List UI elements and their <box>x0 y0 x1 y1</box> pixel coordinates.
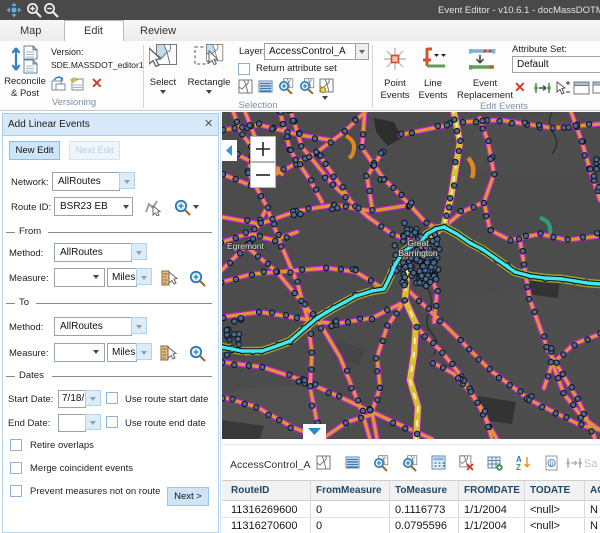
svg-text:Z: Z <box>516 463 521 471</box>
svg-text:p: p <box>550 461 554 468</box>
svg-text:Great: Great <box>407 238 429 248</box>
svg-text:Egremont: Egremont <box>227 241 264 251</box>
svg-text:Barrington: Barrington <box>398 248 437 258</box>
